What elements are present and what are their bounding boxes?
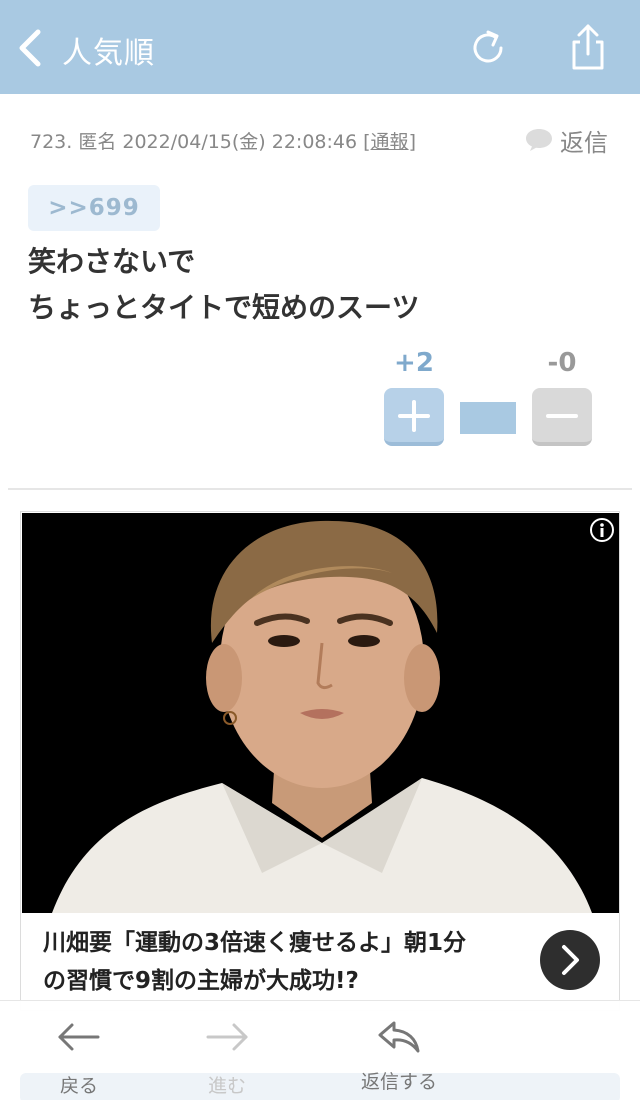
report-link[interactable]: 通報	[371, 131, 409, 153]
plus-icon	[398, 400, 430, 432]
ad-headline-line: 川畑要「運動の3倍速く痩せるよ」朝1分	[43, 930, 467, 956]
share-icon[interactable]	[566, 22, 610, 72]
nav-reply-button[interactable]: 返信する	[344, 1015, 454, 1095]
info-icon[interactable]	[589, 517, 615, 543]
comment-meta: 723. 匿名 2022/04/15(金) 22:08:46 [通報]	[30, 127, 416, 154]
ad-headline-line: の習慣で9割の主婦が大成功!?	[43, 968, 359, 994]
plus-vote-button[interactable]	[384, 388, 444, 446]
comment-line: 笑わさないで	[28, 245, 196, 278]
comment-line: ちょっとタイトで短めのスーツ	[28, 291, 420, 324]
divider	[8, 488, 632, 490]
chevron-right-icon	[562, 945, 579, 975]
chevron-left-icon[interactable]	[14, 26, 48, 70]
plus-count: +2	[394, 348, 434, 378]
minus-vote-button[interactable]	[532, 388, 592, 446]
minus-count: -0	[547, 348, 577, 378]
anchor-link[interactable]: >>699	[28, 185, 160, 231]
ad-card[interactable]: 川畑要「運動の3倍速く痩せるよ」朝1分 の習慣で9割の主婦が大成功!?	[20, 511, 620, 1011]
vote-ratio-fill	[460, 402, 516, 434]
speech-bubble-icon	[526, 129, 552, 151]
nav-forward-button[interactable]: 進む	[172, 1015, 282, 1097]
comment-meta-end: ]	[408, 131, 416, 153]
page-title: 人気順	[62, 36, 155, 71]
top-app-bar: 人気順	[0, 0, 640, 94]
reply-button[interactable]: 返信	[524, 122, 608, 158]
nav-reply-label: 返信する	[360, 1071, 437, 1093]
vote-ratio-bar	[460, 402, 516, 434]
reply-arrow-icon	[378, 1021, 420, 1053]
nav-back-button[interactable]: 戻る	[24, 1015, 134, 1097]
nav-back-label: 戻る	[59, 1075, 98, 1097]
ad-photo-illustration	[22, 513, 619, 913]
ad-open-button[interactable]	[540, 930, 600, 990]
nav-forward-label: 進む	[207, 1075, 246, 1097]
reply-label: 返信	[560, 128, 608, 157]
comment-body: 笑わさないで ちょっとタイトで短めのスーツ	[28, 239, 419, 331]
arrow-right-icon	[206, 1023, 248, 1051]
ad-headline[interactable]: 川畑要「運動の3倍速く痩せるよ」朝1分 の習慣で9割の主婦が大成功!?	[43, 924, 543, 1000]
minus-icon	[546, 414, 578, 418]
arrow-left-icon	[58, 1023, 100, 1051]
ad-image[interactable]	[22, 513, 619, 913]
bottom-toolbar: 戻る 進む 返信する	[0, 1000, 640, 1100]
comment-meta-text: 723. 匿名 2022/04/15(金) 22:08:46 [	[30, 131, 371, 153]
reload-icon[interactable]	[466, 26, 510, 70]
